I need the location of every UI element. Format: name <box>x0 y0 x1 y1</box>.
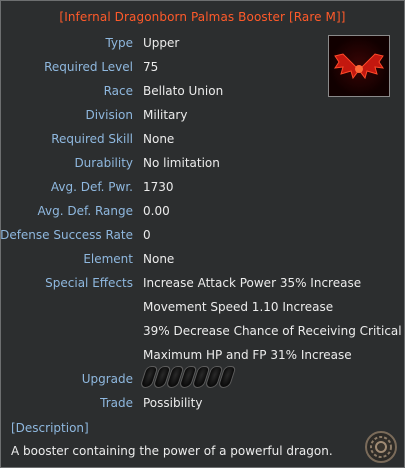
stat-label: Durability <box>74 156 133 170</box>
description-label: [Description] <box>11 421 89 435</box>
stat-value: 1730 <box>143 180 174 194</box>
stat-value: 0.00 <box>143 204 170 218</box>
stat-label: Required Level <box>44 60 133 74</box>
stat-value: No limitation <box>143 156 220 170</box>
stat-value: Increase Attack Power 35% Increase <box>143 276 362 290</box>
stat-value: Upper <box>143 36 180 50</box>
stat-label: Defense Success Rate <box>0 228 133 242</box>
item-title: [Infernal Dragonborn Palmas Booster [Rar… <box>59 10 346 24</box>
stat-row-defense-success-rate: Defense Success Rate 0 <box>0 228 404 248</box>
stat-label: Type <box>105 36 133 50</box>
stat-row-avg-def-pwr: Avg. Def. Pwr. 1730 <box>1 180 404 200</box>
upgrade-label: Upgrade <box>81 372 133 386</box>
stat-row-durability: Durability No limitation <box>1 156 404 176</box>
stat-row-division: Division Military <box>1 108 404 128</box>
stat-value: Possibility <box>143 396 203 410</box>
stat-value: Bellato Union <box>143 84 224 98</box>
stat-value: 75 <box>143 60 159 74</box>
stat-label: Trade <box>100 396 133 410</box>
stat-row-race: Race Bellato Union <box>1 84 404 104</box>
stat-row-required-skill: Required Skill None <box>1 132 404 152</box>
stat-value: Military <box>143 108 188 122</box>
stat-row-element: Element None <box>1 252 404 272</box>
stat-row-special-effects: Special Effects Increase Attack Power 35… <box>1 276 404 296</box>
stat-label: Division <box>85 108 133 122</box>
stat-value: 0 <box>143 228 151 242</box>
stat-row-trade: Trade Possibility <box>1 396 404 416</box>
stat-label: Race <box>103 84 133 98</box>
stat-label: Element <box>83 252 133 266</box>
special-effect-line: 39% Decrease Chance of Receiving Critica… <box>143 324 405 338</box>
stat-label: Avg. Def. Range <box>37 204 134 218</box>
stat-value: None <box>143 252 175 266</box>
stat-label: Special Effects <box>45 276 133 290</box>
stat-label: Required Skill <box>51 132 133 146</box>
item-tooltip: [Infernal Dragonborn Palmas Booster [Rar… <box>0 0 405 468</box>
upgrade-slots <box>139 366 237 388</box>
stat-row-type: Type Upper <box>1 36 404 56</box>
special-effect-line: Movement Speed 1.10 Increase <box>143 300 334 314</box>
stat-row-required-level: Required Level 75 <box>1 60 404 80</box>
stat-label: Avg. Def. Pwr. <box>50 180 133 194</box>
special-effect-line: Maximum HP and FP 31% Increase <box>143 348 352 362</box>
stat-value: None <box>143 132 175 146</box>
stat-row-avg-def-range: Avg. Def. Range 0.00 <box>1 204 404 224</box>
description-text: A booster containing the power of a powe… <box>11 444 333 458</box>
gear-emblem-icon <box>370 436 392 458</box>
emblem-icon <box>365 431 397 463</box>
